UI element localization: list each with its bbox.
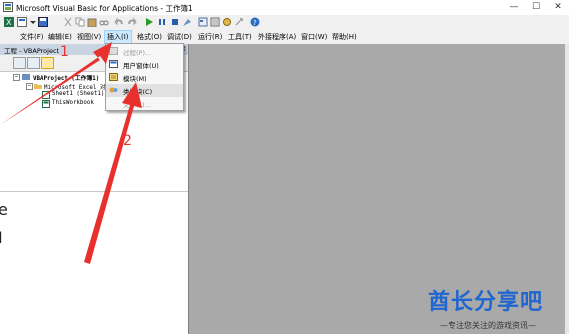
workbook-icon <box>42 100 50 108</box>
annotation-number-2: 2 <box>123 133 132 149</box>
tree-item-thisworkbook[interactable]: ThisWorkbook <box>52 100 94 106</box>
toggle-folders-icon[interactable] <box>41 57 54 69</box>
menu-item-userform[interactable]: 用户窗体(U) <box>106 58 183 71</box>
tree-item-sheet1[interactable]: Sheet1 (Sheet1) <box>52 91 104 97</box>
minimize-button[interactable]: — <box>503 0 525 15</box>
undo-icon[interactable] <box>114 17 124 27</box>
procedure-icon <box>109 47 118 55</box>
cut-icon[interactable] <box>63 17 73 27</box>
vba-project-icon <box>22 74 30 80</box>
excel-view-icon[interactable]: X <box>4 17 14 27</box>
menu-item-label: 用户窗体(U) <box>123 62 159 70</box>
worksheet-icon <box>42 91 50 99</box>
module-icon <box>109 73 118 81</box>
project-explorer-icon[interactable] <box>198 17 208 27</box>
toolbox-icon[interactable] <box>234 17 244 27</box>
folder-icon <box>34 84 42 89</box>
insert-userform-icon[interactable] <box>17 17 27 27</box>
close-button[interactable]: ✕ <box>547 0 569 15</box>
collapse-toggle-icon[interactable]: − <box>26 83 33 90</box>
find-icon[interactable] <box>99 17 109 27</box>
window-title: Microsoft Visual Basic for Applications … <box>16 4 193 13</box>
menu-view[interactable]: 视图(V) <box>75 30 103 44</box>
paste-icon[interactable] <box>87 17 97 27</box>
design-mode-icon[interactable] <box>182 17 192 27</box>
insert-menu-dropdown: 过程(P)... 用户窗体(U) 模块(M) 类模块(C) 文件(L)... <box>105 43 184 111</box>
menu-edit[interactable]: 编辑(E) <box>46 30 74 44</box>
break-icon[interactable] <box>157 17 167 27</box>
doc-fragment: I <box>0 228 3 247</box>
vba-editor-window: Microsoft Visual Basic for Applications … <box>0 0 569 335</box>
run-icon[interactable] <box>144 17 154 27</box>
svg-text:?: ? <box>253 19 257 27</box>
menu-debug[interactable]: 调试(D) <box>165 30 194 44</box>
background-document: e I <box>0 191 188 335</box>
menu-bar: 文件(F) 编辑(E) 视图(V) 插入(I) 格式(O) 调试(D) 运行(R… <box>0 30 569 44</box>
userform-icon <box>109 60 118 68</box>
menu-item-label: 类模块(C) <box>123 88 153 96</box>
menu-help[interactable]: 帮助(H) <box>330 30 359 44</box>
watermark: 酋长分享吧 —专注您关注的游戏资讯— <box>420 284 569 334</box>
menu-item-class-module[interactable]: 类模块(C) <box>106 84 183 97</box>
menu-format[interactable]: 格式(O) <box>135 30 164 44</box>
copy-icon[interactable] <box>75 17 85 27</box>
menu-insert[interactable]: 插入(I) <box>104 30 132 44</box>
dropdown-arrow-icon[interactable] <box>28 17 38 27</box>
redo-icon[interactable] <box>127 17 137 27</box>
watermark-subtitle: —专注您关注的游戏资讯— <box>440 321 536 330</box>
menu-item-label: 过程(P)... <box>123 49 152 57</box>
vba-app-icon <box>3 2 13 12</box>
menu-item-label: 文件(L)... <box>123 101 151 109</box>
menu-run[interactable]: 运行(R) <box>196 30 224 44</box>
view-code-icon[interactable] <box>13 57 26 69</box>
tree-item-excel-objects[interactable]: Microsoft Excel 对象 <box>44 82 111 91</box>
doc-fragment: e <box>0 200 8 219</box>
menu-item-label: 模块(M) <box>123 75 147 83</box>
menu-item-procedure[interactable]: 过程(P)... <box>106 45 183 58</box>
watermark-title: 酋长分享吧 <box>428 290 544 315</box>
menu-tools[interactable]: 工具(T) <box>226 30 254 44</box>
project-explorer-title: 工程 - VBAProject <box>4 47 60 55</box>
save-icon[interactable] <box>38 17 48 27</box>
collapse-toggle-icon[interactable]: − <box>13 74 20 81</box>
menu-window[interactable]: 窗口(W) <box>299 30 329 44</box>
menu-addins[interactable]: 外接程序(A) <box>256 30 298 44</box>
properties-window-icon[interactable] <box>210 17 220 27</box>
object-browser-icon[interactable] <box>222 17 232 27</box>
standard-toolbar: X ? <box>0 15 569 31</box>
menu-file[interactable]: 文件(F) <box>18 30 46 44</box>
menu-item-module[interactable]: 模块(M) <box>106 71 183 84</box>
annotation-number-1: 1 <box>60 44 69 60</box>
title-bar: Microsoft Visual Basic for Applications … <box>0 0 569 15</box>
svg-text:X: X <box>6 18 12 27</box>
menu-item-file[interactable]: 文件(L)... <box>106 97 183 110</box>
maximize-button[interactable]: ☐ <box>525 0 547 15</box>
tree-item-vbaproject[interactable]: VBAProject (工作簿1) <box>33 73 99 82</box>
reset-icon[interactable] <box>170 17 180 27</box>
class-module-icon <box>109 87 118 93</box>
view-object-icon[interactable] <box>27 57 40 69</box>
help-icon[interactable]: ? <box>250 17 260 27</box>
